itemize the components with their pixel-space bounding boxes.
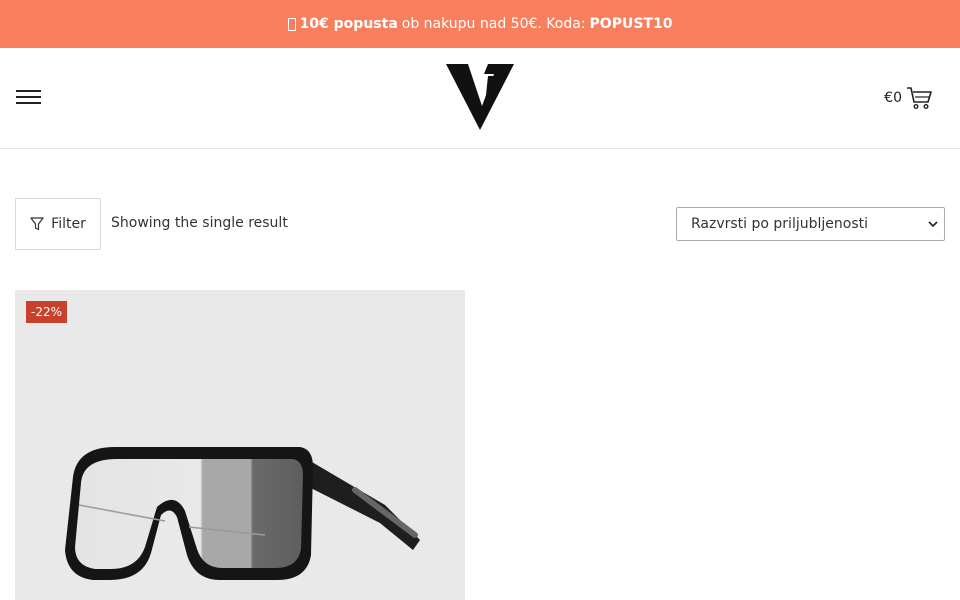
filter-label: Filter (51, 216, 86, 232)
shop-toolbar: Filter Showing the single result Razvrst… (15, 198, 945, 250)
product-card[interactable]: -22% (15, 290, 465, 600)
sort-select[interactable]: Razvrsti po priljubljenosti (676, 207, 945, 241)
promo-code: POPUST10 (589, 16, 673, 32)
site-header: €0 (0, 48, 960, 149)
promo-bar: 10€ popusta ob nakupu nad 50€. Koda: POP… (0, 0, 960, 48)
sort-selected-value: Razvrsti po priljubljenosti (691, 216, 868, 232)
promo-text: ob nakupu nad 50€. Koda: (401, 16, 586, 32)
result-count: Showing the single result (111, 215, 288, 231)
cart-button[interactable]: €0 (884, 86, 932, 110)
gift-icon (287, 17, 296, 31)
cart-amount: €0 (884, 90, 902, 106)
sale-badge: -22% (26, 301, 68, 323)
cart-icon (907, 87, 932, 110)
filter-icon (30, 217, 44, 231)
chevron-down-icon (928, 221, 938, 228)
filter-button[interactable]: Filter (15, 198, 101, 250)
logo[interactable] (444, 62, 516, 132)
menu-icon[interactable] (16, 90, 41, 106)
promo-amount: 10€ popusta (299, 16, 398, 32)
sunglasses-image[interactable] (55, 435, 430, 585)
